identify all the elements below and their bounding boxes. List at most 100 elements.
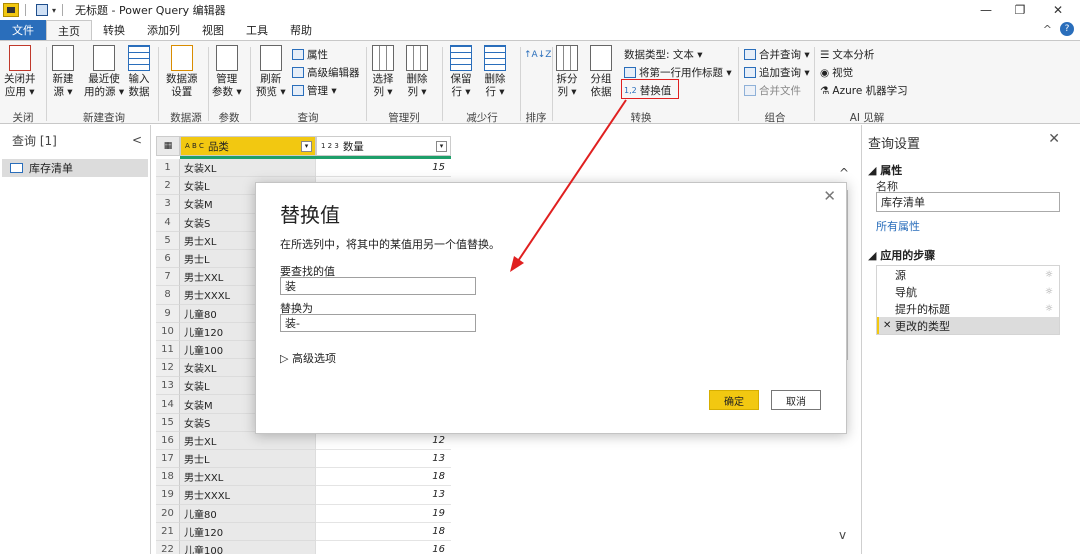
cell-quantity[interactable]: 13 [316,450,451,469]
tab-transform[interactable]: 转换 [92,20,136,40]
table-row[interactable]: 16 男士XL 12 [156,431,451,450]
cell-quantity[interactable]: 16 [316,540,451,554]
cell-quantity[interactable]: 13 [316,486,451,505]
new-source-button[interactable]: 新建 源 ▾ [52,45,74,99]
close-button[interactable]: ✕ [1038,0,1078,20]
enter-data-button[interactable]: 输入 数据 [128,45,150,99]
column-header-quantity[interactable]: 1 2 3 数量 ▾ [316,136,451,156]
applied-steps-section[interactable]: ◢ 应用的步骤 [868,247,935,263]
all-properties-link[interactable]: 所有属性 [876,218,920,234]
remove-columns-button[interactable]: 删除 列 ▾ [406,45,428,99]
table-corner-icon[interactable]: ▦ [156,136,180,156]
column-header-category[interactable]: A B C 品类 ▾ [180,136,316,156]
keep-rows-button[interactable]: 保留 行 ▾ [450,45,472,99]
tab-home[interactable]: 主页 [46,20,92,40]
text-analytics-button[interactable]: ☰ 文本分析 [820,47,874,62]
table-row[interactable]: 22 儿童100 16 [156,540,451,554]
properties-section[interactable]: ◢ 属性 [868,162,902,178]
manage-button[interactable]: 管理 ▾ [292,83,337,98]
find-value-input[interactable]: 装 [280,277,476,295]
data-source-settings-icon [170,45,193,71]
collapse-pane-icon[interactable]: < [132,133,142,147]
table-row[interactable]: 18 男士XXL 18 [156,468,451,487]
new-source-icon [52,45,74,71]
merge-queries-button[interactable]: 合并查询 ▾ [744,47,810,62]
query-settings-title: 查询设置 [868,137,921,152]
step-navigation[interactable]: 导航 ☼ [877,283,1059,300]
replace-with-input[interactable]: 装- [280,314,476,332]
cell-category[interactable]: 儿童120 [180,522,316,541]
cell-quantity[interactable]: 12 [316,431,451,450]
refresh-preview-button[interactable]: 刷新 预览 ▾ [256,45,286,99]
advanced-editor-button[interactable]: 高级编辑器 [292,65,360,80]
recent-sources-button[interactable]: 最近使 用的源 ▾ [84,45,124,99]
query-item[interactable]: 库存清单 [2,159,148,177]
table-row[interactable]: 19 男士XXXL 13 [156,486,451,505]
step-promoted-headers[interactable]: 提升的标题 ☼ [877,300,1059,317]
table-row[interactable]: 20 儿童80 19 [156,504,451,523]
azure-ml-button[interactable]: ⚗ Azure 机器学习 [820,83,908,98]
vision-button[interactable]: ◉ 视觉 [820,65,853,80]
close-apply-icon [8,45,31,71]
cell-quantity[interactable]: 19 [316,504,451,523]
gear-icon[interactable]: ☼ [1045,287,1053,297]
tab-add-column[interactable]: 添加列 [136,20,191,40]
tab-tools[interactable]: 工具 [235,20,279,40]
cell-category[interactable]: 男士XXXL [180,486,316,505]
filter-dropdown-icon[interactable]: ▾ [301,141,312,152]
ok-button[interactable]: 确定 [709,390,759,410]
close-settings-icon[interactable]: ✕ [1048,131,1060,147]
query-name-input[interactable]: 库存清单 [876,192,1060,212]
close-apply-button[interactable]: 关闭并 应用 ▾ [4,45,36,99]
cell-category[interactable]: 男士L [180,450,316,469]
group-by-icon [590,45,612,71]
cell-quantity[interactable]: 18 [316,468,451,487]
append-queries-button[interactable]: 追加查询 ▾ [744,65,810,80]
combine-files-button[interactable]: 合并文件 [744,83,801,98]
remove-rows-button[interactable]: 删除 行 ▾ [484,45,506,99]
table-row[interactable]: 21 儿童120 18 [156,522,451,541]
cancel-button[interactable]: 取消 [771,390,821,410]
tab-help[interactable]: 帮助 [279,20,323,40]
cell-category[interactable]: 儿童100 [180,540,316,554]
sort-button[interactable]: ↑A↓Z [524,49,551,62]
dialog-close-icon[interactable]: ✕ [823,187,836,205]
table-row[interactable]: 17 男士L 13 [156,450,451,469]
table-row[interactable]: 1 女装XL 15 [156,159,451,178]
scroll-up-icon[interactable]: ^ [839,166,849,180]
collapse-ribbon-icon[interactable]: ^ [1043,23,1052,36]
step-changed-type[interactable]: ✕ 更改的类型 [877,317,1059,334]
scroll-down-icon[interactable]: v [839,528,846,542]
data-type-dropdown[interactable]: 数据类型: 文本 ▾ [624,47,702,62]
save-icon[interactable] [36,4,48,16]
gear-icon[interactable]: ☼ [1045,304,1053,314]
data-source-settings-button[interactable]: 数据源 设置 [166,45,198,99]
manage-parameters-button[interactable]: 管理 参数 ▾ [212,45,242,99]
delete-step-icon[interactable]: ✕ [883,320,891,331]
group-by-button[interactable]: 分组 依据 [590,45,612,99]
use-first-row-headers-button[interactable]: 将第一行用作标题 ▾ [624,65,732,80]
row-number: 4 [156,213,180,232]
restore-button[interactable]: ❐ [1000,0,1040,20]
cell-category[interactable]: 女装XL [180,159,316,178]
cell-quantity[interactable]: 18 [316,522,451,541]
filter-dropdown-icon[interactable]: ▾ [436,141,447,152]
advanced-editor-icon [292,67,304,78]
first-row-header-label: 将第一行用作标题 ▾ [639,67,732,79]
tab-view[interactable]: 视图 [191,20,235,40]
help-icon[interactable]: ? [1060,22,1074,36]
cell-category[interactable]: 男士XXL [180,468,316,487]
cell-quantity[interactable]: 15 [316,159,451,178]
quick-access-dropdown-icon[interactable]: ▾ [52,6,56,15]
advanced-options-toggle[interactable]: ▷ 高级选项 [280,350,336,366]
tab-file[interactable]: 文件 [0,20,46,40]
row-number: 8 [156,286,180,305]
choose-columns-button[interactable]: 选择 列 ▾ [372,45,394,99]
step-source[interactable]: 源 ☼ [877,266,1059,283]
split-column-button[interactable]: 拆分 列 ▾ [556,45,578,99]
gear-icon[interactable]: ☼ [1045,270,1053,280]
properties-button[interactable]: 属性 [292,47,328,62]
properties-icon [292,49,304,60]
cell-category[interactable]: 男士XL [180,431,316,450]
cell-category[interactable]: 儿童80 [180,504,316,523]
